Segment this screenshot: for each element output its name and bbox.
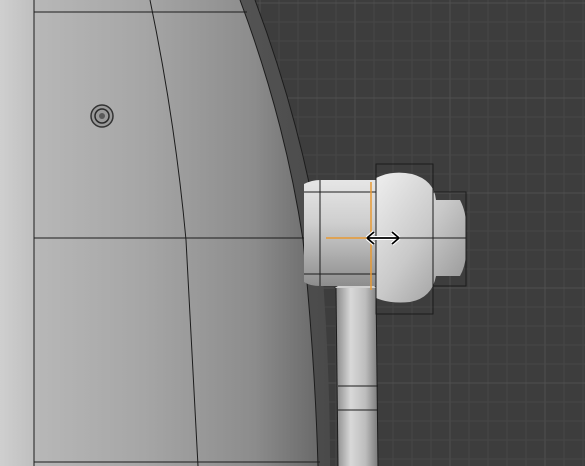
dome-mesh[interactable] [0,0,330,466]
origin-pivot-icon[interactable] [90,104,114,128]
viewport-canvas[interactable] [0,0,585,466]
arm-barrel-mesh[interactable] [304,180,376,286]
3d-viewport[interactable] [0,0,585,466]
support-pole-mesh[interactable] [333,279,379,466]
